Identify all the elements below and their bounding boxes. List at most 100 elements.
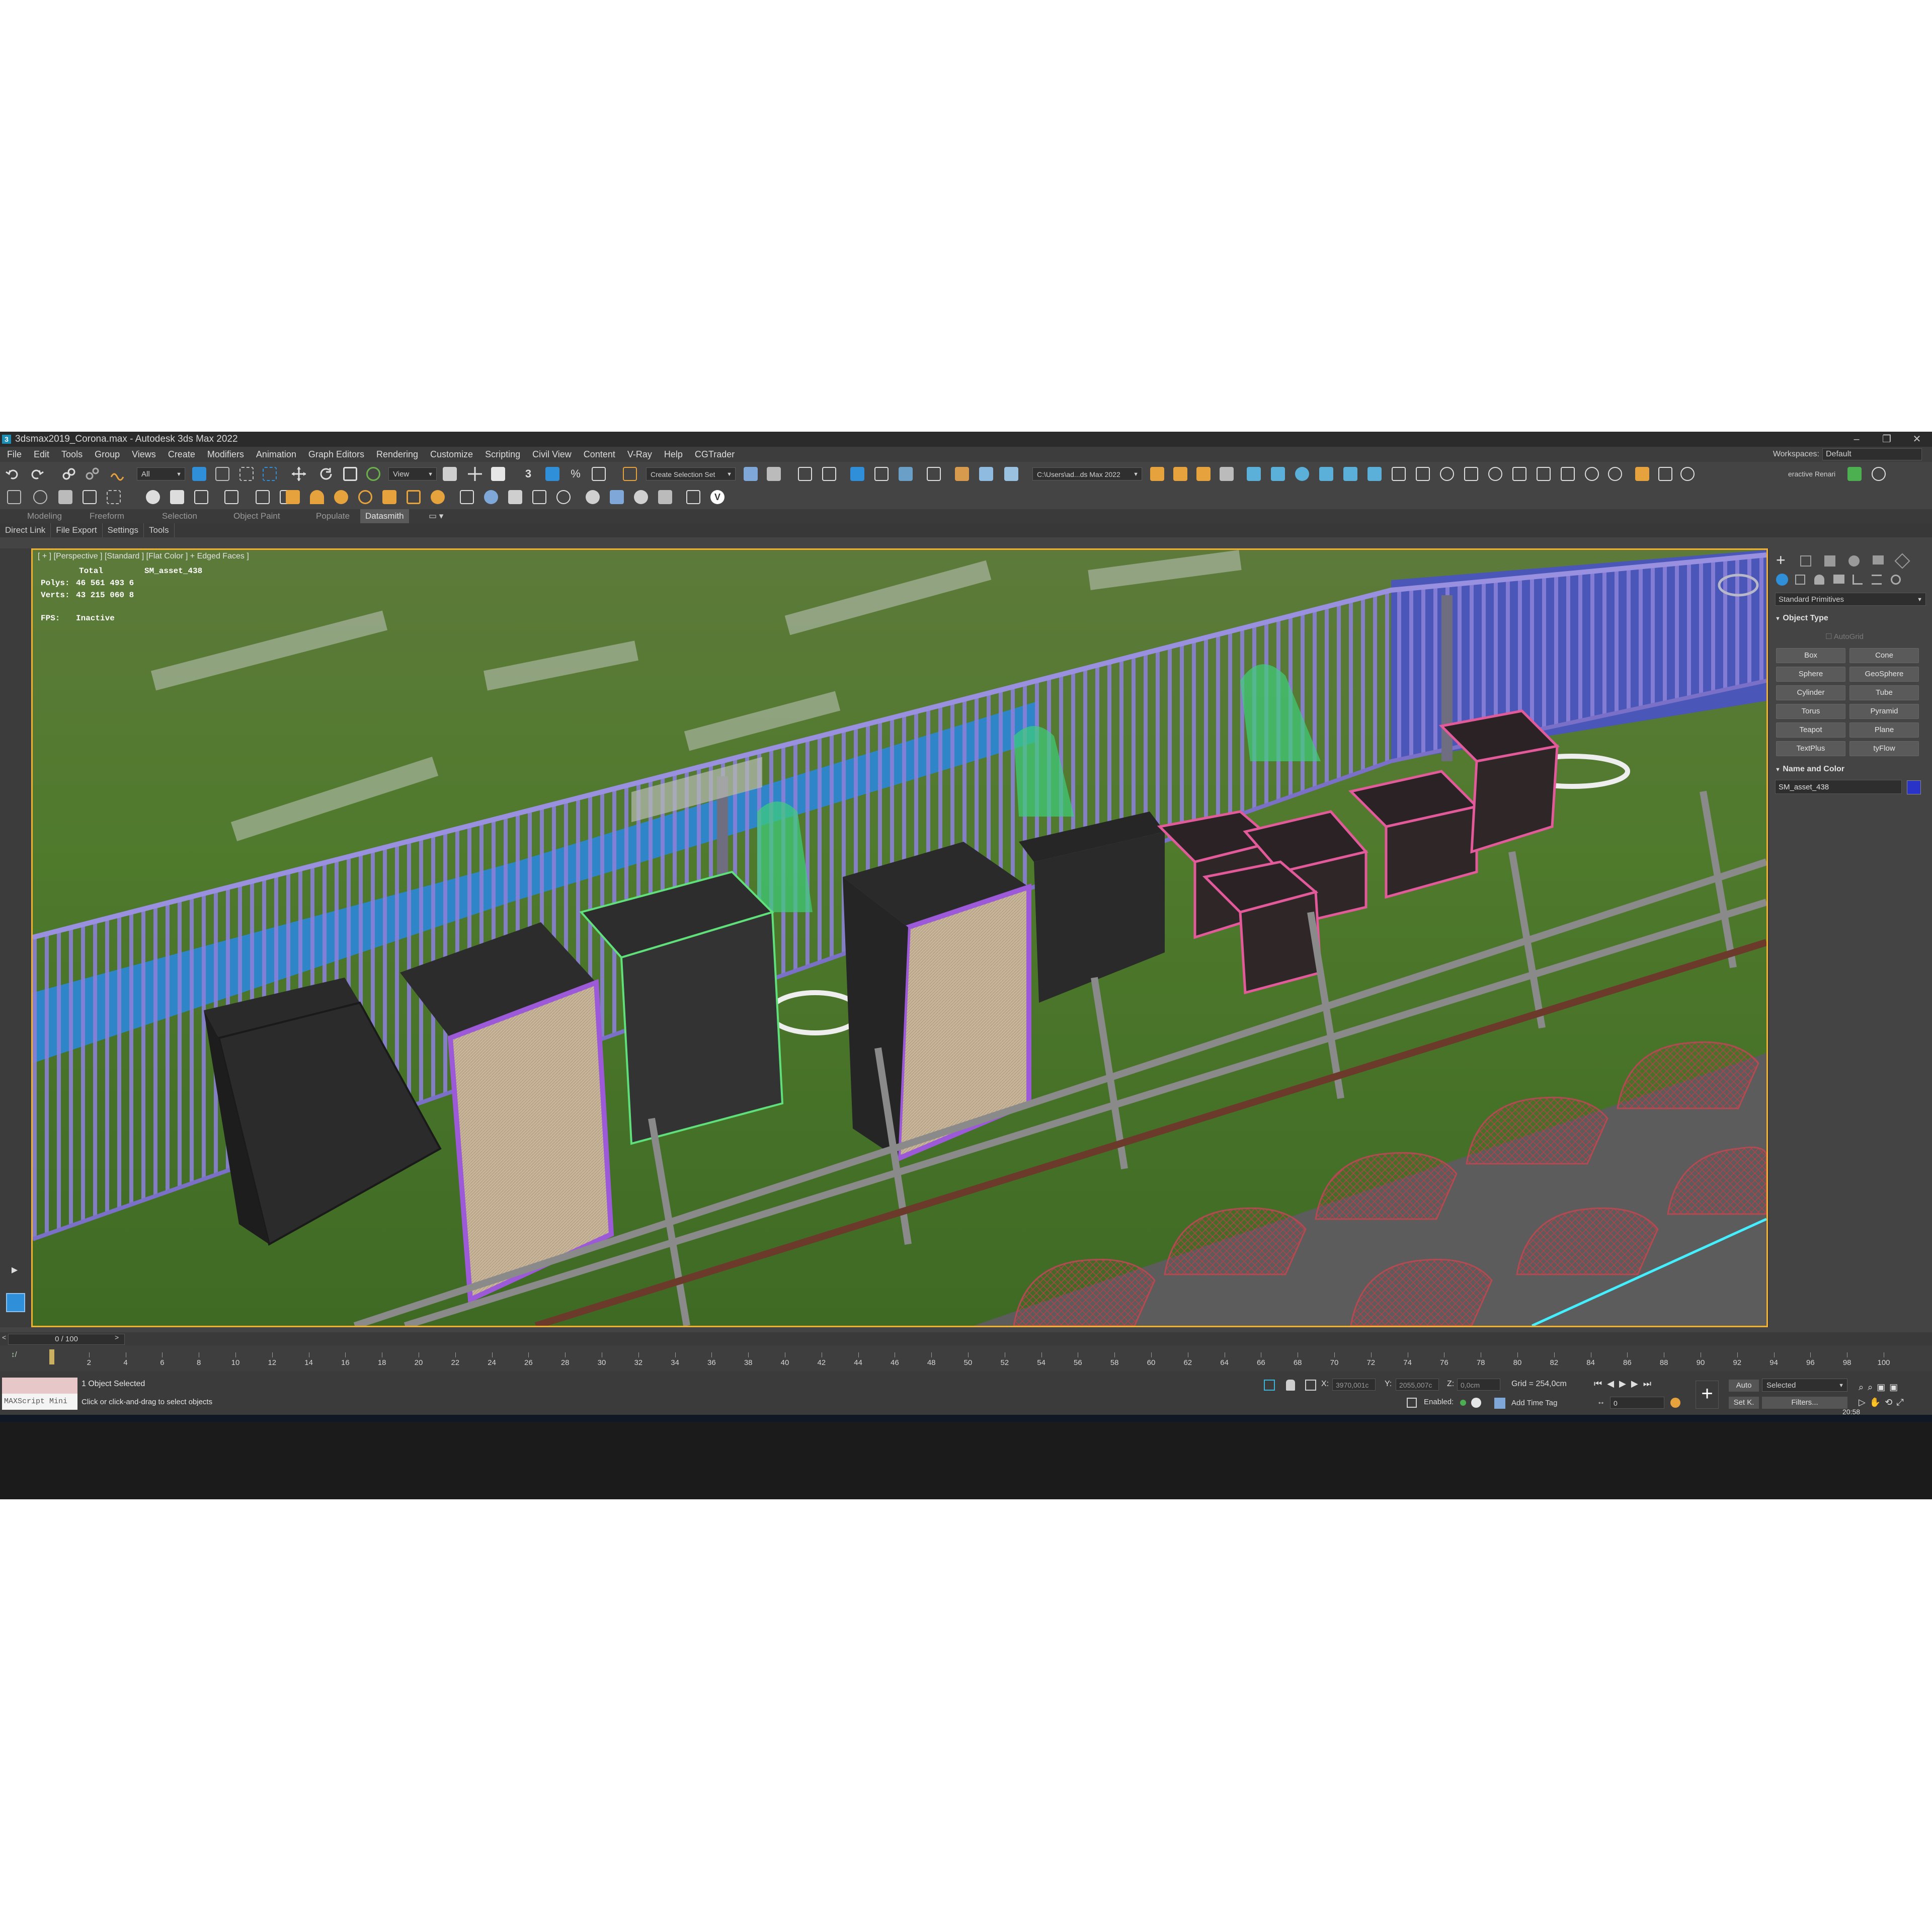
tab-datasmith[interactable]: Datasmith bbox=[360, 509, 409, 523]
current-frame-field[interactable]: 0 bbox=[1610, 1397, 1664, 1409]
maxscript-mini-input[interactable]: MAXScript Mini bbox=[2, 1394, 77, 1410]
grass-icon[interactable] bbox=[532, 490, 546, 504]
keyboard-shortcut-override-icon[interactable] bbox=[491, 467, 505, 481]
zoom-extents-icon[interactable]: ▣ bbox=[1877, 1382, 1889, 1392]
material-library-icon[interactable] bbox=[460, 490, 474, 504]
vray-decal-icon[interactable] bbox=[1488, 467, 1502, 481]
toggle-ribbon-icon[interactable] bbox=[850, 467, 864, 481]
textplus-button[interactable]: TextPlus bbox=[1776, 741, 1845, 756]
select-and-link-icon[interactable] bbox=[61, 467, 76, 481]
zoom-icon[interactable]: ⌕ bbox=[1859, 1382, 1868, 1392]
time-slider-next-icon[interactable]: > bbox=[115, 1333, 119, 1341]
go-to-end-icon[interactable]: ⏭ bbox=[1643, 1379, 1656, 1389]
menu-graph-editors[interactable]: Graph Editors bbox=[302, 447, 370, 462]
angle-snap-icon[interactable] bbox=[545, 467, 559, 481]
project-folder-dropdown[interactable]: C:\Users\ad...ds Max 2022 ▼ bbox=[1032, 467, 1142, 480]
close-button[interactable]: ✕ bbox=[1902, 432, 1932, 447]
object-name-field[interactable]: SM_asset_438 bbox=[1775, 780, 1902, 794]
time-tag-icon[interactable] bbox=[1494, 1398, 1505, 1409]
systems-icon[interactable] bbox=[1891, 575, 1901, 585]
camera-sequencer-icon[interactable] bbox=[194, 490, 208, 504]
utilities-tab-icon[interactable] bbox=[1894, 553, 1910, 569]
adaptive-degradation-icon[interactable] bbox=[1407, 1398, 1417, 1408]
mirror-icon[interactable] bbox=[744, 467, 758, 481]
menu-vray[interactable]: V-Ray bbox=[621, 447, 658, 462]
modify-tab-icon[interactable] bbox=[1800, 555, 1811, 567]
menu-help[interactable]: Help bbox=[658, 447, 689, 462]
undo-icon[interactable] bbox=[5, 467, 20, 481]
power-icon[interactable] bbox=[1872, 467, 1886, 481]
maxscript-output[interactable] bbox=[2, 1378, 77, 1394]
vray-logo-icon[interactable]: V bbox=[710, 490, 725, 504]
bind-to-space-warp-icon[interactable] bbox=[110, 467, 125, 481]
track-bar-toggle-icon[interactable]: ↕/ bbox=[11, 1350, 28, 1366]
direct-link-button[interactable]: Direct Link bbox=[0, 523, 51, 537]
set-key-button[interactable]: Set K. bbox=[1729, 1397, 1759, 1409]
create-tab-icon[interactable]: + bbox=[1776, 552, 1786, 568]
help-icon[interactable] bbox=[1608, 467, 1622, 481]
corona-help-icon[interactable] bbox=[1680, 467, 1695, 481]
tyflow-button[interactable]: tyFlow bbox=[1849, 741, 1919, 756]
vray-material-icon[interactable] bbox=[1561, 467, 1575, 481]
vray-volume-icon[interactable] bbox=[1464, 467, 1478, 481]
maximize-viewport-icon[interactable]: ⤢ bbox=[1896, 1397, 1907, 1407]
isolate-selection-icon[interactable] bbox=[1264, 1380, 1275, 1391]
layer-manager-icon[interactable] bbox=[224, 490, 238, 504]
named-selection-set-dropdown[interactable]: Create Selection Set ▼ bbox=[646, 467, 736, 480]
auto-key-button[interactable]: Auto bbox=[1729, 1380, 1759, 1392]
shapes-icon[interactable] bbox=[1795, 575, 1805, 585]
pivot-center-icon[interactable] bbox=[443, 467, 457, 481]
time-config-icon[interactable] bbox=[1471, 1398, 1481, 1408]
menu-edit[interactable]: Edit bbox=[28, 447, 55, 462]
open-project-icon[interactable] bbox=[1150, 467, 1164, 481]
rectangular-selection-icon[interactable] bbox=[239, 467, 254, 481]
render-to-texture-icon[interactable] bbox=[83, 490, 97, 504]
populate-icon[interactable] bbox=[146, 490, 160, 504]
vray-camera-icon[interactable] bbox=[1271, 467, 1285, 481]
select-and-place-icon[interactable] bbox=[366, 467, 380, 481]
corona-renderer-icon[interactable] bbox=[1635, 467, 1649, 481]
material-editor-icon[interactable] bbox=[927, 467, 941, 481]
menu-file[interactable]: File bbox=[0, 447, 28, 462]
sphere-primitive-icon[interactable] bbox=[586, 490, 600, 504]
vray-mesh-export-icon[interactable] bbox=[1392, 467, 1406, 481]
scene-converter-icon[interactable] bbox=[256, 490, 270, 504]
interactive-render-label[interactable]: eractive Renari bbox=[1788, 468, 1835, 480]
name-and-color-rollout[interactable]: ▼ Name and Color bbox=[1775, 765, 1926, 774]
display-tab-icon[interactable] bbox=[1873, 555, 1884, 565]
workspaces-value[interactable]: Default bbox=[1822, 448, 1922, 460]
render-setup-icon[interactable] bbox=[955, 467, 969, 481]
cone-button[interactable]: Cone bbox=[1849, 648, 1919, 663]
minimize-button[interactable]: – bbox=[1841, 432, 1872, 447]
time-slider-prev-icon[interactable]: < bbox=[2, 1333, 6, 1341]
viewport-label-menu[interactable]: [ + ] [Perspective ] [Standard ] [Flat C… bbox=[38, 552, 249, 561]
plane-button[interactable]: Plane bbox=[1849, 722, 1919, 738]
menu-civil-view[interactable]: Civil View bbox=[526, 447, 578, 462]
hierarchy-tab-icon[interactable] bbox=[1824, 555, 1835, 567]
isolate-icon[interactable] bbox=[107, 490, 121, 504]
vray-help-icon[interactable] bbox=[1585, 467, 1599, 481]
menu-customize[interactable]: Customize bbox=[424, 447, 479, 462]
menu-modifiers[interactable]: Modifiers bbox=[201, 447, 250, 462]
tab-modeling[interactable]: Modeling bbox=[27, 509, 62, 523]
mesh-converter-icon[interactable] bbox=[508, 490, 522, 504]
select-object-icon[interactable] bbox=[192, 467, 206, 481]
sphere-button[interactable]: Sphere bbox=[1776, 667, 1845, 682]
torus-button[interactable]: Torus bbox=[1776, 704, 1845, 719]
field-of-view-icon[interactable]: ▷ bbox=[1859, 1397, 1870, 1407]
menu-tools[interactable]: Tools bbox=[55, 447, 89, 462]
current-frame-marker[interactable] bbox=[49, 1349, 54, 1364]
rendered-frame-window-icon[interactable] bbox=[979, 467, 993, 481]
material-sphere-icon[interactable] bbox=[484, 490, 498, 504]
schematic-view-icon[interactable] bbox=[899, 467, 913, 481]
vray-sun-icon[interactable] bbox=[1295, 467, 1309, 481]
z-coordinate-field[interactable]: 0,0cm bbox=[1457, 1379, 1500, 1391]
snapshot-icon[interactable] bbox=[58, 490, 72, 504]
cameras-icon[interactable] bbox=[1833, 575, 1844, 584]
workspaces-selector[interactable]: Workspaces: Default bbox=[1773, 448, 1922, 460]
tools-icon[interactable] bbox=[658, 490, 672, 504]
object-type-rollout[interactable]: ▼ Object Type bbox=[1775, 614, 1926, 623]
menu-content[interactable]: Content bbox=[578, 447, 621, 462]
corona-proxy-icon[interactable] bbox=[382, 490, 396, 504]
geosphere-button[interactable]: GeoSphere bbox=[1849, 667, 1919, 682]
